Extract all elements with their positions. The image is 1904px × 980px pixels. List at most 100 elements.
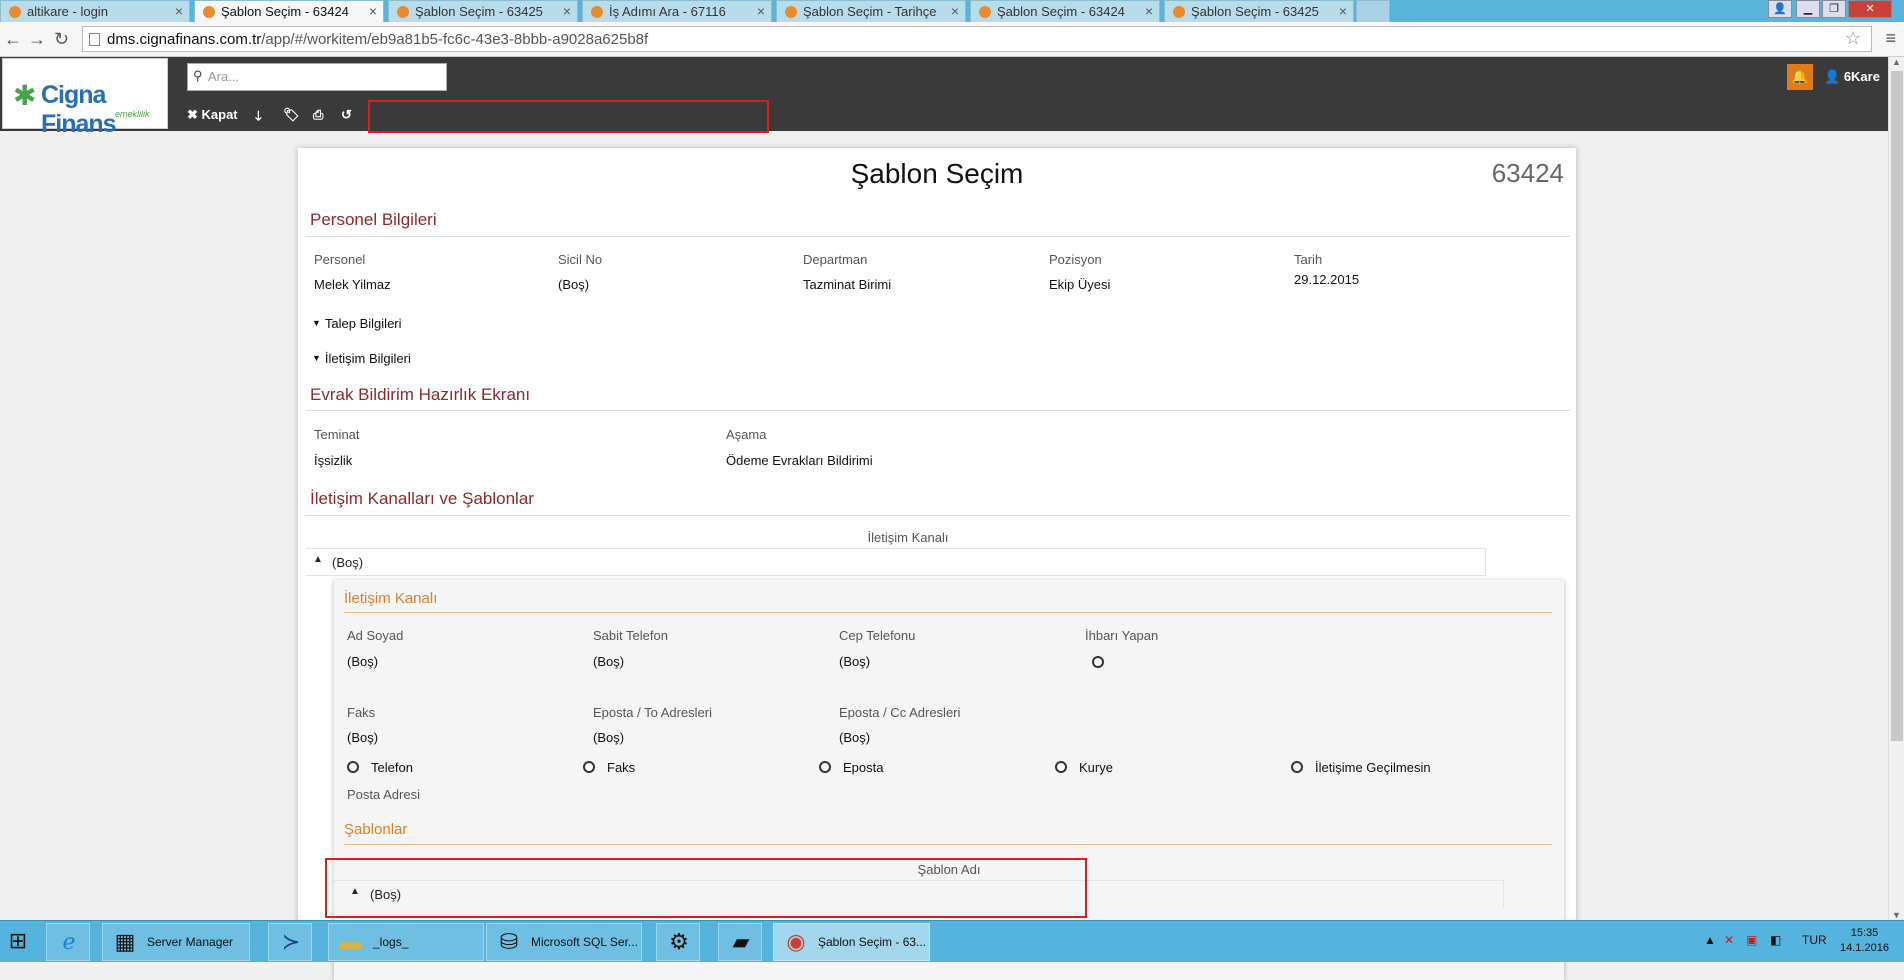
browser-tab[interactable]: Şablon Seçim - 63424 × xyxy=(970,0,1160,22)
address-bar: ← → ↻ dms.cignafinans.com.tr/app/#/worki… xyxy=(0,22,1904,57)
ihbari-yapan-radio[interactable] xyxy=(1092,656,1104,668)
site-favicon-icon xyxy=(591,6,603,18)
browser-tab[interactable]: Şablon Seçim - 63425 × xyxy=(1164,0,1354,22)
taskbar-item-label: _logs_ xyxy=(373,935,409,949)
site-favicon-icon xyxy=(9,6,21,18)
user-profile-icon[interactable]: 👤 xyxy=(1768,0,1792,18)
scroll-down-icon[interactable]: ▼ xyxy=(1892,910,1901,920)
tags-icon[interactable]: 🏷 xyxy=(283,107,300,123)
history-icon[interactable]: ↺ xyxy=(341,107,352,123)
taskbar-item[interactable]: ⚙ xyxy=(656,923,700,961)
field-value: (Boş) xyxy=(593,654,625,669)
section-title-evrak: Evrak Bildirim Hazırlık Ekranı xyxy=(310,385,531,404)
field-label: Sicil No xyxy=(558,252,603,267)
toggle-iletisim-bilgileri[interactable]: ▼ İletişim Bilgileri xyxy=(312,351,411,366)
print-icon[interactable]: ⎙ xyxy=(313,107,323,123)
user-menu[interactable]: 👤 6Kare xyxy=(1824,69,1880,85)
folder-icon: ▬ xyxy=(340,929,362,954)
tab-close-icon[interactable]: × xyxy=(951,3,959,19)
input-language[interactable]: TUR xyxy=(1802,933,1827,947)
powershell-icon: ≻ xyxy=(281,929,301,954)
url-input[interactable]: dms.cignafinans.com.tr/app/#/workitem/eb… xyxy=(82,26,1872,52)
notification-bell-icon[interactable]: 🔔 xyxy=(1787,64,1813,90)
field-value: İşsizlik xyxy=(314,453,353,468)
app-header: ✱ Cigna Finans emeklilik ⚲ Ara... ✖ Kapa… xyxy=(0,57,1888,138)
taskbar-item[interactable]: ≻ xyxy=(268,923,312,961)
browser-tab[interactable]: altikare - login × xyxy=(0,0,190,22)
workitem-card: Şablon Seçim 63424 Personel Bilgileri Pe… xyxy=(298,148,1576,980)
close-button[interactable]: ✖ Kapat xyxy=(187,107,238,123)
taskbar-item[interactable]: ▬ _logs_ xyxy=(328,923,484,961)
radio-telefon[interactable] xyxy=(347,761,359,773)
show-hidden-icons-icon[interactable]: ▲ xyxy=(1704,933,1716,947)
field-label: Aşama xyxy=(726,427,767,442)
logo-subtext: emeklilik xyxy=(115,109,150,119)
start-button[interactable]: ⊞ xyxy=(0,923,40,961)
field-value: (Boş) xyxy=(839,654,871,669)
system-clock[interactable]: 15:35 14.1.2016 xyxy=(1840,926,1889,956)
new-tab-button[interactable] xyxy=(1356,0,1390,22)
tab-close-icon[interactable]: × xyxy=(1339,3,1347,19)
vertical-scrollbar[interactable]: ▲ ▼ xyxy=(1888,57,1904,920)
field-value: (Boş) xyxy=(839,730,871,745)
network-icon[interactable]: ▣ xyxy=(1746,933,1757,947)
section-title-kanallar: İletişim Kanalları ve Şablonlar xyxy=(310,489,534,508)
restore-icon[interactable]: ❐ xyxy=(1822,0,1846,18)
column-header: İletişim Kanalı xyxy=(867,530,949,545)
panel-title-sablonlar: Şablonlar xyxy=(344,821,408,838)
clock-time: 15:35 xyxy=(1850,927,1879,939)
tab-title: altikare - login xyxy=(27,4,108,19)
search-input[interactable]: ⚲ Ara... xyxy=(187,63,447,91)
radio-label: İletişime Geçilmesin xyxy=(1315,760,1431,775)
browser-tab[interactable]: Şablon Seçim - Tarihçe × xyxy=(776,0,966,22)
row-value: (Boş) xyxy=(332,555,364,570)
tab-close-icon[interactable]: × xyxy=(175,3,183,19)
table-row[interactable]: ▲ (Boş) xyxy=(306,548,1486,576)
back-arrow-icon[interactable]: ← xyxy=(4,29,22,50)
page-title: Şablon Seçim xyxy=(850,158,1024,189)
volume-icon[interactable]: ◧ xyxy=(1770,933,1781,947)
forward-arrow-icon[interactable]: → xyxy=(28,29,46,50)
toggle-talep-bilgileri[interactable]: ▼ Talep Bilgileri xyxy=(312,316,402,331)
scroll-up-icon[interactable]: ▲ xyxy=(1892,57,1901,67)
tab-title: Şablon Seçim - 63424 xyxy=(221,4,349,19)
radio-iletisime-gecilmesin[interactable] xyxy=(1291,761,1303,773)
tab-close-icon[interactable]: × xyxy=(369,3,377,19)
search-icon: ⚲ xyxy=(193,68,203,83)
minimize-icon[interactable]: ▁ xyxy=(1796,0,1820,18)
field-value: Ekip Üyesi xyxy=(1049,277,1111,292)
radio-faks[interactable] xyxy=(583,761,595,773)
windows-start-icon: ⊞ xyxy=(8,928,28,953)
arrow-down-icon[interactable]: 🡓 xyxy=(255,107,262,129)
tab-close-icon[interactable]: × xyxy=(757,3,765,19)
browser-tab[interactable]: İş Adımı Ara - 67116 × xyxy=(582,0,772,22)
tab-close-icon[interactable]: × xyxy=(1145,3,1153,19)
radio-kurye[interactable] xyxy=(1055,761,1067,773)
taskbar-item-active[interactable]: ◉ Şablon Seçim - 63... xyxy=(773,923,930,961)
company-logo[interactable]: ✱ Cigna Finans emeklilik xyxy=(2,58,168,138)
tab-title: Şablon Seçim - 63425 xyxy=(415,4,543,19)
browser-tab[interactable]: Şablon Seçim - 63425 × xyxy=(388,0,578,22)
bookmark-star-icon[interactable]: ☆ xyxy=(1845,28,1861,49)
toggle-label: Talep Bilgileri xyxy=(324,316,402,331)
browser-menu-icon[interactable]: ≡ xyxy=(1885,28,1896,49)
tab-close-icon[interactable]: × xyxy=(563,3,571,19)
radio-eposta[interactable] xyxy=(819,761,831,773)
caret-up-icon[interactable]: ▲ xyxy=(313,554,323,565)
reload-icon[interactable]: ↻ xyxy=(54,29,69,50)
taskbar-item[interactable]: ⛁ Microsoft SQL Ser... xyxy=(486,923,642,961)
highlight-box xyxy=(368,100,769,133)
document-id: 63424 xyxy=(1491,158,1564,188)
taskbar-item[interactable]: ▦ Server Manager xyxy=(102,923,250,961)
field-label: Sabit Telefon xyxy=(593,628,668,643)
tab-title: Şablon Seçim - 63425 xyxy=(1191,4,1319,19)
browser-tab-active[interactable]: Şablon Seçim - 63424 × xyxy=(194,0,384,22)
field-label: İhbarı Yapan xyxy=(1085,628,1159,643)
window-close-icon[interactable]: ✕ xyxy=(1848,0,1892,18)
field-label: Personel xyxy=(314,252,366,267)
taskbar-item[interactable]: ℯ xyxy=(46,923,90,961)
scrollbar-thumb[interactable] xyxy=(1891,71,1903,741)
taskbar-item[interactable]: ▰ xyxy=(718,923,762,961)
site-favicon-icon xyxy=(397,6,409,18)
tray-app-icon[interactable]: ✕ xyxy=(1724,933,1734,947)
